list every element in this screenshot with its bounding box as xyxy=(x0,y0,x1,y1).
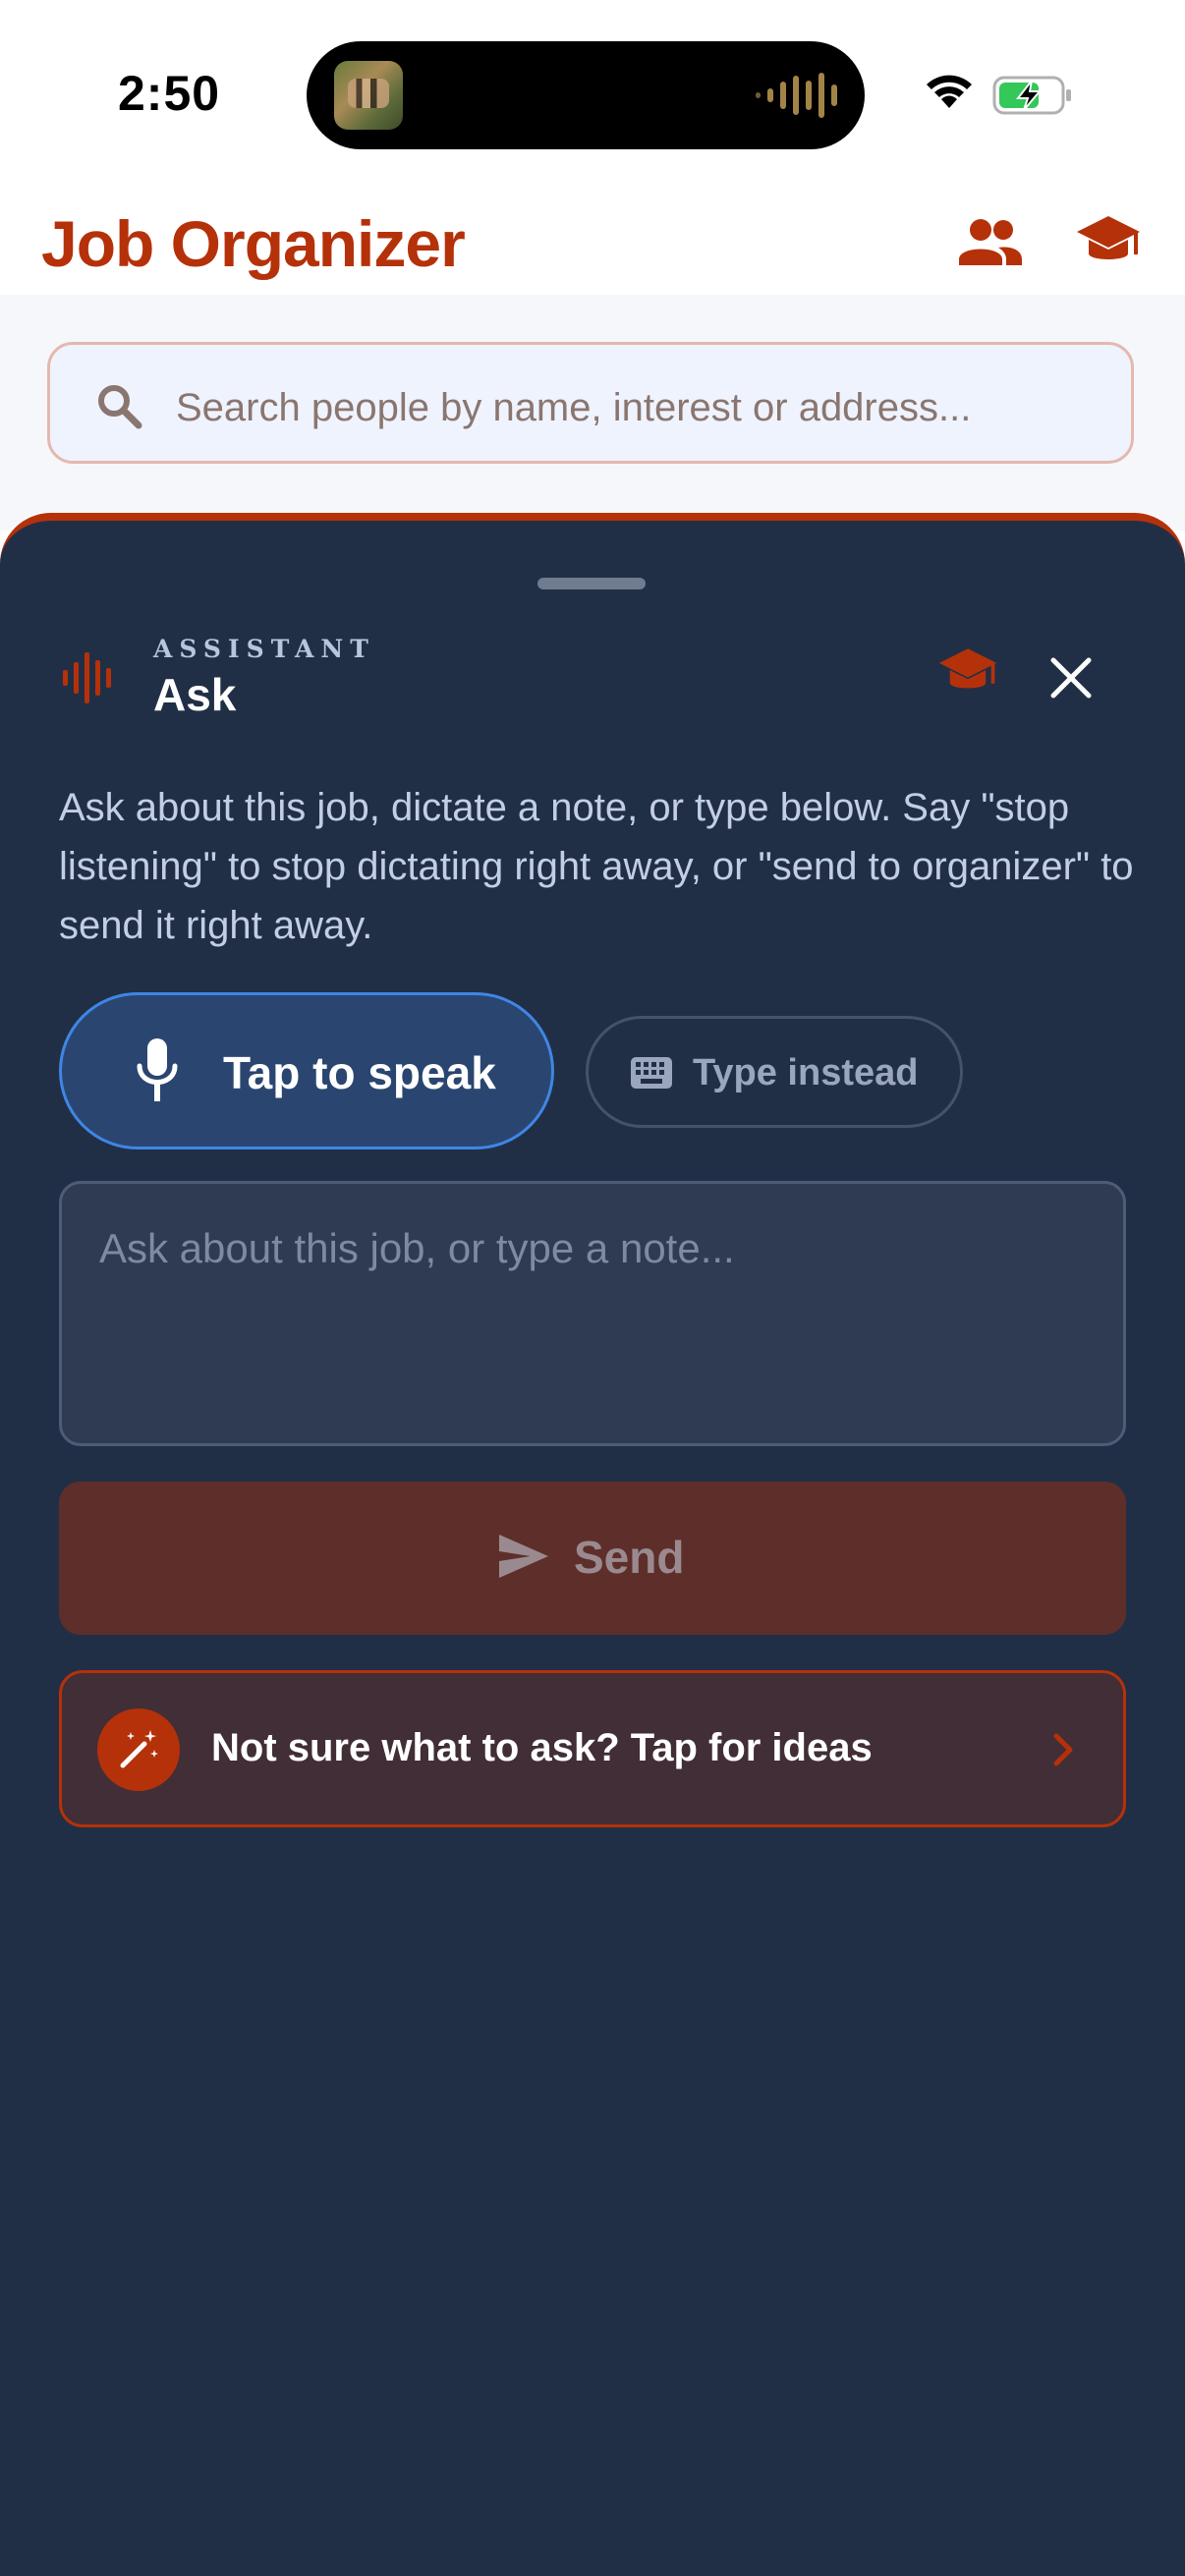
type-instead-label: Type instead xyxy=(693,1052,919,1093)
school-icon[interactable] xyxy=(1075,212,1142,271)
school-icon[interactable] xyxy=(937,644,998,700)
wifi-icon xyxy=(927,75,972,108)
magic-wand-icon xyxy=(120,1730,158,1768)
ideas-label: Not sure what to ask? Tap for ideas xyxy=(211,1726,873,1769)
app-title: Job Organizer xyxy=(41,207,466,280)
note-input[interactable]: Ask about this job, or type a note... xyxy=(59,1181,1126,1446)
album-art-thumbnail xyxy=(334,61,403,130)
voice-wave-icon xyxy=(63,652,111,703)
search-area: Search people by name, interest or addre… xyxy=(0,295,1185,531)
battery-charging-icon xyxy=(992,76,1071,115)
status-time: 2:50 xyxy=(118,66,221,121)
assistant-sheet: ASSISTANT Ask Ask about this job, dictat… xyxy=(0,513,1185,2576)
search-icon xyxy=(98,385,142,429)
close-icon[interactable] xyxy=(1045,652,1097,703)
dynamic-island[interactable] xyxy=(307,41,865,149)
send-label: Send xyxy=(574,1532,685,1583)
assistant-help-text: Ask about this job, dictate a note, or t… xyxy=(59,786,1134,947)
assistant-title: Ask xyxy=(153,669,237,720)
search-input[interactable]: Search people by name, interest or addre… xyxy=(47,342,1134,464)
note-placeholder: Ask about this job, or type a note... xyxy=(99,1225,735,1271)
search-placeholder: Search people by name, interest or addre… xyxy=(176,386,972,429)
app-header: Job Organizer xyxy=(0,187,1185,295)
assistant-caption: ASSISTANT xyxy=(153,635,375,663)
speak-label: Tap to speak xyxy=(223,1047,496,1098)
type-instead-button[interactable]: Type instead xyxy=(586,1016,963,1128)
ideas-button[interactable]: Not sure what to ask? Tap for ideas xyxy=(59,1670,1126,1827)
status-bar: 2:50 xyxy=(0,0,1185,187)
audio-waveform-icon xyxy=(756,71,837,120)
send-button[interactable]: Send xyxy=(59,1482,1126,1635)
people-icon[interactable] xyxy=(957,212,1024,271)
chevron-right-icon xyxy=(1053,1733,1073,1766)
tap-to-speak-button[interactable]: Tap to speak xyxy=(59,992,554,1149)
drag-handle[interactable] xyxy=(537,578,646,589)
microphone-icon xyxy=(137,1038,178,1101)
keyboard-icon xyxy=(631,1057,672,1089)
send-icon xyxy=(499,1535,548,1578)
wand-badge xyxy=(97,1708,180,1791)
